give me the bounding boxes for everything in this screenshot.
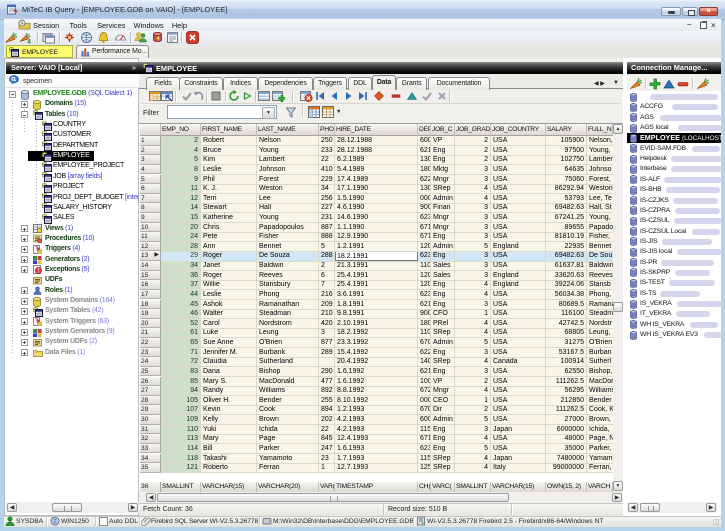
svg-text:4: 4 bbox=[27, 39, 31, 44]
